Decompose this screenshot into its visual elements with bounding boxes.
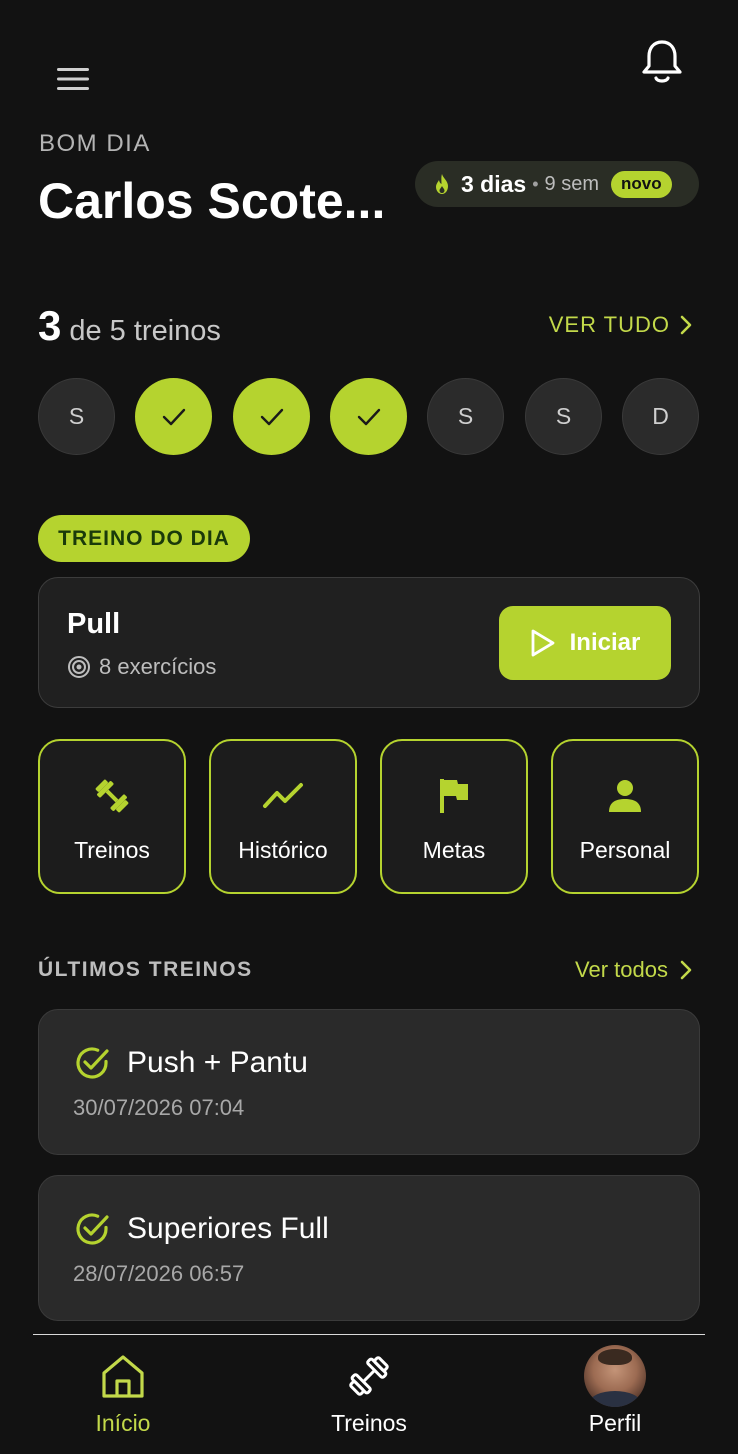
see-all-label: VER TUDO xyxy=(548,312,670,337)
bottom-navigation: Início Treinos Perfil xyxy=(0,1334,738,1454)
recent-workout-title: Superiores Full xyxy=(127,1212,329,1245)
nav-workouts[interactable]: Treinos xyxy=(294,1346,444,1446)
notifications-button[interactable] xyxy=(634,36,690,88)
hamburger-menu-icon xyxy=(57,68,89,90)
day-label: S xyxy=(457,403,474,429)
progress-done-count: 3 xyxy=(38,302,62,349)
nav-home[interactable]: Início xyxy=(48,1346,198,1446)
menu-button[interactable] xyxy=(50,58,96,100)
check-circle-icon xyxy=(76,1047,109,1079)
recent-workout-card[interactable]: Push + Pantu 30/07/2026 07:04 xyxy=(38,1009,700,1155)
quick-action-label: Personal xyxy=(579,837,671,863)
day-friday[interactable]: S xyxy=(427,378,504,455)
check-icon xyxy=(162,408,185,425)
trend-icon xyxy=(263,783,303,808)
day-tuesday[interactable] xyxy=(135,378,212,455)
greeting-text: BOM DIA xyxy=(39,130,151,157)
recent-workout-date: 28/07/2026 06:57 xyxy=(73,1261,245,1286)
quick-action-label: Metas xyxy=(422,837,486,863)
recent-workout-title: Push + Pantu xyxy=(127,1046,308,1079)
dumbbell-icon xyxy=(349,1356,389,1396)
start-label: Iniciar xyxy=(569,629,641,656)
quick-action-label: Treinos xyxy=(74,837,150,863)
streak-badge[interactable]: 3 dias • 9 sem novo xyxy=(415,161,699,207)
quick-action-personal[interactable]: Personal xyxy=(551,739,699,894)
check-icon xyxy=(357,408,380,425)
streak-weeks: 9 sem xyxy=(544,172,599,195)
streak-days: 3 dias xyxy=(461,170,527,197)
person-icon xyxy=(609,780,641,812)
home-icon xyxy=(102,1355,144,1398)
exercise-count: 8 exercícios xyxy=(67,654,216,680)
quick-action-workouts[interactable]: Treinos xyxy=(38,739,186,894)
workout-title: Pull xyxy=(67,608,121,640)
chevron-right-icon xyxy=(680,315,692,335)
new-badge: novo xyxy=(611,170,672,198)
avatar xyxy=(584,1345,646,1407)
target-icon xyxy=(68,656,90,678)
flag-icon xyxy=(440,779,468,813)
chevron-right-icon xyxy=(680,960,692,980)
recent-workout-heading: Superiores Full xyxy=(73,1210,329,1248)
day-sunday[interactable]: D xyxy=(622,378,699,455)
exercise-count-label: 8 exercícios xyxy=(99,654,217,679)
day-monday[interactable]: S xyxy=(38,378,115,455)
recent-workout-date: 30/07/2026 07:04 xyxy=(73,1095,245,1120)
check-icon xyxy=(260,408,283,425)
day-label: S xyxy=(68,403,85,429)
see-all-button[interactable]: VER TUDO xyxy=(549,312,692,338)
bottom-divider xyxy=(33,1334,705,1335)
nav-workouts-label: Treinos xyxy=(331,1410,407,1436)
week-progress: 3 de 5 treinos xyxy=(38,302,221,350)
quick-action-history[interactable]: Histórico xyxy=(209,739,357,894)
nav-home-label: Início xyxy=(95,1410,151,1436)
recent-workout-heading: Push + Pantu xyxy=(73,1044,308,1082)
day-wednesday[interactable] xyxy=(233,378,310,455)
fire-icon xyxy=(436,174,448,194)
nav-profile-label: Perfil xyxy=(588,1410,642,1436)
recent-workouts-title: ÚLTIMOS TREINOS xyxy=(38,958,253,981)
nav-profile[interactable]: Perfil xyxy=(540,1345,690,1446)
workout-of-day-pill: TREINO DO DIA xyxy=(38,515,250,562)
progress-total-text: de 5 treinos xyxy=(69,315,221,347)
day-label: S xyxy=(555,403,572,429)
quick-action-label: Histórico xyxy=(238,837,328,863)
start-workout-button[interactable]: Iniciar xyxy=(499,606,671,680)
workout-of-day-card[interactable]: Pull 8 exercícios Iniciar xyxy=(38,577,700,708)
user-name: Carlos Scote... xyxy=(38,173,386,229)
check-circle-icon xyxy=(76,1213,109,1245)
quick-action-goals[interactable]: Metas xyxy=(380,739,528,894)
recent-see-all-button[interactable]: Ver todos xyxy=(575,957,692,983)
play-icon xyxy=(531,629,555,657)
bell-icon xyxy=(642,40,682,83)
day-saturday[interactable]: S xyxy=(525,378,602,455)
streak-separator: • xyxy=(532,173,539,194)
day-label: D xyxy=(652,403,669,429)
recent-workout-card[interactable]: Superiores Full 28/07/2026 06:57 xyxy=(38,1175,700,1321)
dumbbell-icon xyxy=(95,779,129,813)
recent-see-all-label: Ver todos xyxy=(575,957,668,982)
day-thursday[interactable] xyxy=(330,378,407,455)
